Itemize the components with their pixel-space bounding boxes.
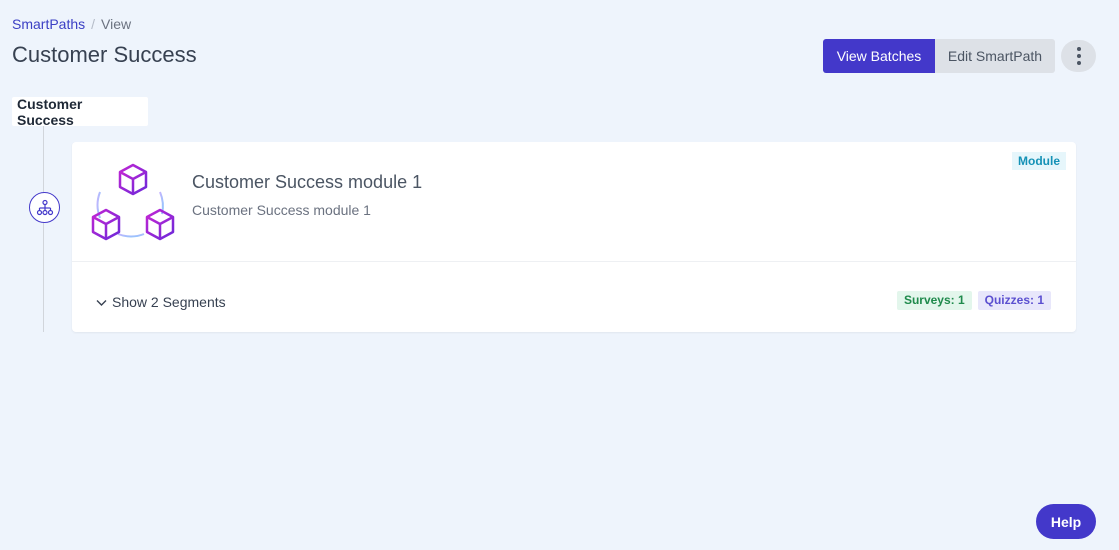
show-segments-label: Show 2 Segments (112, 294, 226, 310)
breadcrumb-smartpaths-link[interactable]: SmartPaths (12, 16, 85, 32)
module-title: Customer Success module 1 (192, 172, 423, 192)
more-options-button[interactable] (1061, 40, 1096, 72)
module-cubes-icon (88, 162, 178, 244)
vertical-dots-icon (1076, 47, 1081, 65)
edit-smartpath-button[interactable]: Edit SmartPath (935, 39, 1055, 73)
module-card-footer: Show 2 Segments Surveys: 1 Quizzes: 1 (72, 262, 1076, 332)
show-segments-toggle[interactable]: Show 2 Segments (96, 294, 226, 310)
path-label: Customer Success (12, 96, 148, 128)
quizzes-count-badge: Quizzes: 1 (977, 291, 1051, 310)
module-card: Customer Success module 1 Customer Succe… (72, 142, 1076, 332)
breadcrumb: SmartPaths / View (12, 16, 131, 32)
module-type-badge: Module (1012, 152, 1066, 170)
breadcrumb-current: View (101, 16, 132, 32)
header-actions: View Batches Edit SmartPath (823, 39, 1096, 73)
timeline-line (43, 126, 44, 332)
chevron-down-icon (96, 294, 107, 310)
breadcrumb-separator: / (91, 16, 96, 32)
module-card-header: Customer Success module 1 Customer Succe… (72, 142, 1076, 262)
surveys-count-badge: Surveys: 1 (896, 291, 972, 310)
page-title: Customer Success (12, 42, 197, 67)
view-batches-button[interactable]: View Batches (823, 39, 935, 73)
module-stats: Surveys: 1 Quizzes: 1 (896, 291, 1051, 310)
hierarchy-icon (29, 192, 60, 223)
help-button[interactable]: Help (1036, 504, 1096, 539)
module-subtitle: Customer Success module 1 (192, 202, 371, 218)
